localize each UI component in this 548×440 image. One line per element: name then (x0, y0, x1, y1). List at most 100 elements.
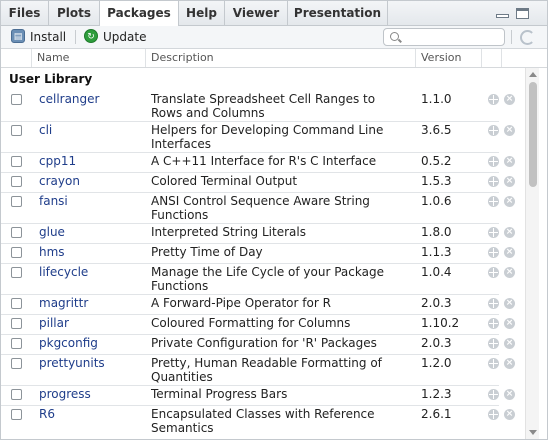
package-description: Private Configuration for 'R' Packages (151, 336, 377, 350)
row-divider (1, 192, 499, 193)
remove-package-icon[interactable]: × (504, 338, 515, 349)
package-name-link[interactable]: glue (39, 225, 65, 239)
globe-icon[interactable] (488, 125, 499, 136)
scroll-thumb[interactable] (529, 82, 537, 187)
globe-icon[interactable] (488, 94, 499, 105)
column-header-version[interactable]: Version (415, 49, 481, 67)
package-checkbox[interactable] (11, 358, 22, 369)
package-name-link[interactable]: fansi (39, 194, 68, 208)
update-button[interactable]: Update (103, 28, 146, 46)
package-version: 1.0.6 (421, 194, 452, 208)
packages-pane: Files Plots Packages Help Viewer Present… (0, 0, 548, 440)
scroll-up-icon[interactable] (529, 72, 537, 77)
table-row: prettyunits Pretty, Human Readable Format… (1, 354, 525, 385)
search-input[interactable] (402, 29, 504, 45)
search-box[interactable] (383, 28, 505, 46)
package-description: Colored Terminal Output (151, 174, 298, 188)
package-checkbox[interactable] (11, 156, 22, 167)
scroll-down-icon[interactable] (529, 430, 537, 435)
package-version: 1.10.2 (421, 316, 460, 330)
tab-bar: Files Plots Packages Help Viewer Present… (1, 1, 547, 26)
scrollbar[interactable] (525, 68, 539, 439)
package-checkbox[interactable] (11, 338, 22, 349)
globe-icon[interactable] (488, 338, 499, 349)
package-name-link[interactable]: pkgconfig (39, 336, 98, 350)
package-name-link[interactable]: progress (39, 387, 91, 401)
package-checkbox[interactable] (11, 247, 22, 258)
globe-icon[interactable] (488, 176, 499, 187)
globe-icon[interactable] (488, 409, 499, 420)
remove-package-icon[interactable]: × (504, 247, 515, 258)
remove-package-icon[interactable]: × (504, 94, 515, 105)
package-name-link[interactable]: magrittr (39, 296, 88, 310)
globe-icon[interactable] (488, 267, 499, 278)
install-icon: ▤ (11, 29, 25, 43)
globe-icon[interactable] (488, 298, 499, 309)
package-name-link[interactable]: lifecycle (39, 265, 88, 279)
remove-package-icon[interactable]: × (504, 176, 515, 187)
package-version: 2.6.1 (421, 407, 452, 421)
globe-icon[interactable] (488, 318, 499, 329)
package-version: 1.1.3 (421, 245, 452, 259)
globe-icon[interactable] (488, 358, 499, 369)
package-checkbox[interactable] (11, 176, 22, 187)
column-header-blank (501, 49, 525, 67)
globe-icon[interactable] (488, 247, 499, 258)
package-checkbox[interactable] (11, 196, 22, 207)
tab-viewer[interactable]: Viewer (225, 1, 288, 25)
package-checkbox[interactable] (11, 227, 22, 238)
tab-presentation[interactable]: Presentation (288, 1, 388, 25)
globe-icon[interactable] (488, 227, 499, 238)
remove-package-icon[interactable]: × (504, 227, 515, 238)
package-checkbox[interactable] (11, 298, 22, 309)
remove-package-icon[interactable]: × (504, 389, 515, 400)
package-checkbox[interactable] (11, 389, 22, 400)
package-description: Encapsulated Classes with Reference Sema… (151, 407, 375, 435)
package-name-link[interactable]: crayon (39, 174, 80, 188)
globe-icon[interactable] (488, 389, 499, 400)
tab-plots[interactable]: Plots (49, 1, 100, 25)
refresh-icon[interactable] (520, 30, 535, 45)
column-header-name[interactable]: Name (31, 49, 145, 67)
tab-packages[interactable]: Packages (100, 1, 179, 26)
package-version: 0.5.2 (421, 154, 452, 168)
remove-package-icon[interactable]: × (504, 298, 515, 309)
remove-package-icon[interactable]: × (504, 409, 515, 420)
package-name-link[interactable]: prettyunits (39, 356, 105, 370)
row-divider (1, 243, 499, 244)
package-version: 2.0.3 (421, 296, 452, 310)
remove-package-icon[interactable]: × (504, 267, 515, 278)
remove-package-icon[interactable]: × (504, 125, 515, 136)
remove-package-icon[interactable]: × (504, 318, 515, 329)
package-name-link[interactable]: cpp11 (39, 154, 76, 168)
globe-icon[interactable] (488, 196, 499, 207)
column-header-description[interactable]: Description (145, 49, 415, 67)
package-checkbox[interactable] (11, 318, 22, 329)
package-checkbox[interactable] (11, 409, 22, 420)
table-row: crayon Colored Terminal Output 1.5.3 × (1, 172, 525, 192)
install-button[interactable]: Install (30, 28, 66, 46)
package-description: Pretty Time of Day (151, 245, 263, 259)
row-divider (1, 405, 499, 406)
remove-package-icon[interactable]: × (504, 358, 515, 369)
package-name-link[interactable]: R6 (39, 407, 55, 421)
package-checkbox[interactable] (11, 94, 22, 105)
package-name-link[interactable]: pillar (39, 316, 69, 330)
tab-files[interactable]: Files (1, 1, 49, 25)
search-icon (390, 32, 399, 41)
maximize-pane-icon[interactable] (516, 8, 529, 19)
package-description: Manage the Life Cycle of your Package Fu… (151, 265, 384, 293)
minimize-pane-icon[interactable] (496, 14, 509, 18)
package-name-link[interactable]: cli (39, 123, 52, 137)
tab-help[interactable]: Help (179, 1, 225, 25)
remove-package-icon[interactable]: × (504, 156, 515, 167)
package-checkbox[interactable] (11, 267, 22, 278)
package-description: Terminal Progress Bars (151, 387, 288, 401)
package-name-link[interactable]: cellranger (39, 92, 99, 106)
package-name-link[interactable]: hms (39, 245, 65, 259)
table-row: glue Interpreted String Literals 1.8.0 × (1, 223, 525, 243)
table-row: cli Helpers for Developing Command Line I… (1, 121, 525, 152)
remove-package-icon[interactable]: × (504, 196, 515, 207)
globe-icon[interactable] (488, 156, 499, 167)
package-checkbox[interactable] (11, 125, 22, 136)
